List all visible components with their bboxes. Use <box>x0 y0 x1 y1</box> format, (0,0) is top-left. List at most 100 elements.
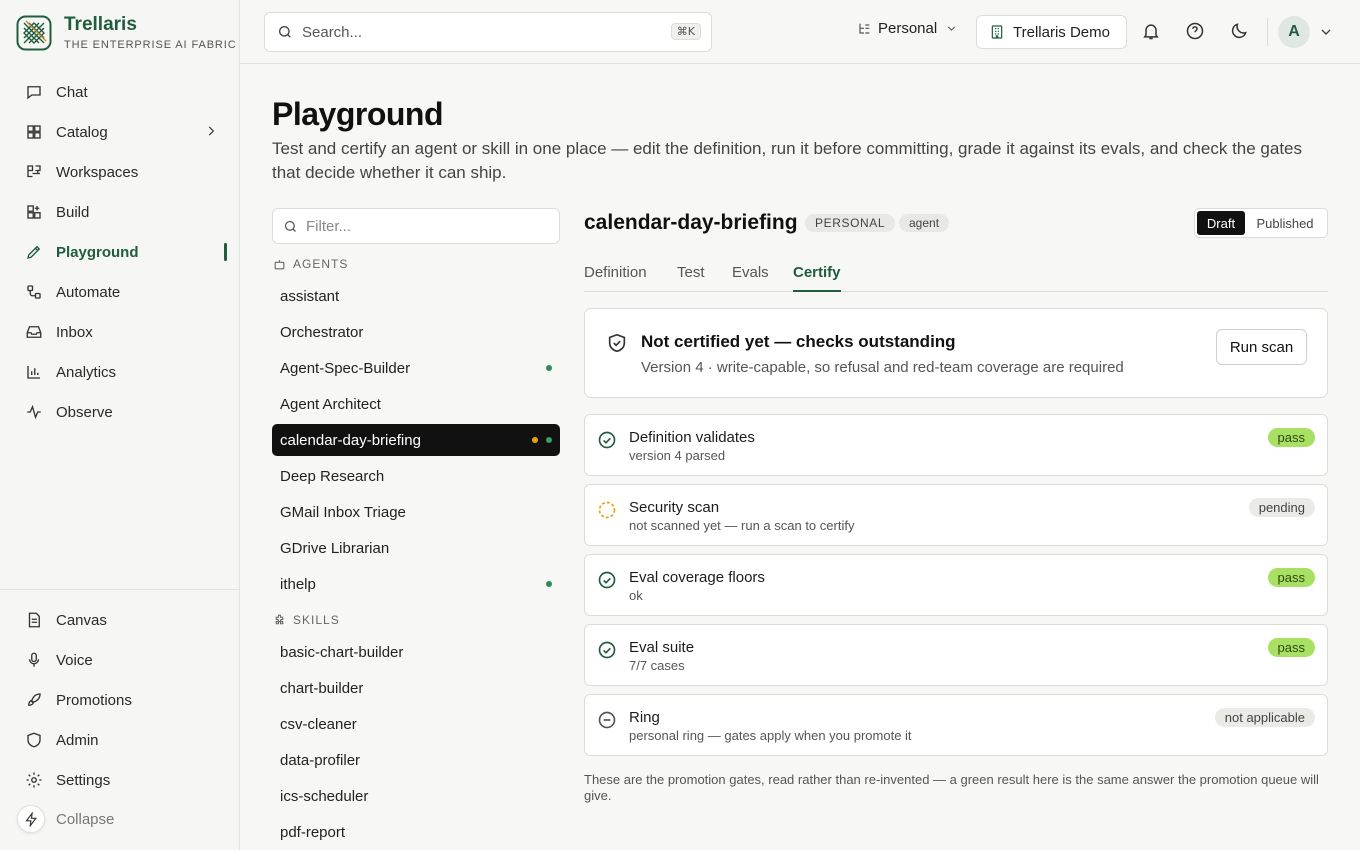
sidebar-item-analytics[interactable]: Analytics <box>12 352 228 392</box>
list-item[interactable]: Deep Research <box>272 460 560 492</box>
gate-row: Ring personal ring — gates apply when yo… <box>584 694 1328 756</box>
puzzle-icon <box>275 614 284 624</box>
header-divider <box>1267 18 1268 46</box>
sidebar-item-voice[interactable]: Voice <box>12 640 228 680</box>
sidebar-item-chat[interactable]: Chat <box>12 72 228 112</box>
list-item-label: data-profiler <box>280 751 361 769</box>
gates-footnote: These are the promotion gates, read rath… <box>584 772 1319 803</box>
scope-badge: PERSONAL <box>805 214 896 232</box>
shield-icon <box>24 730 44 750</box>
list-item[interactable]: Agent Architect <box>272 388 560 420</box>
tab-definition[interactable]: Definition <box>584 264 647 292</box>
list-item[interactable]: csv-cleaner <box>272 708 560 740</box>
global-search[interactable]: ⌘K <box>264 12 712 52</box>
sidebar-item-label: Chat <box>56 83 88 101</box>
filter-input[interactable] <box>306 217 536 235</box>
agents-section-label: AGENTS <box>272 254 560 274</box>
page-title: Playground <box>272 96 444 132</box>
skills-label: SKILLS <box>293 613 340 627</box>
tab-test[interactable]: Test <box>677 264 705 292</box>
list-item-label: GDrive Librarian <box>280 539 390 557</box>
list-item[interactable]: pdf-report <box>272 816 560 848</box>
moon-icon[interactable] <box>1228 20 1250 42</box>
sidebar-item-label: Analytics <box>56 363 117 381</box>
agent-title: calendar-day-briefing <box>584 211 798 234</box>
top-header: ⌘K Personal Trellaris Demo A <box>240 0 1360 64</box>
cert-status-subtitle: Version 4 · write-capable, so refusal an… <box>641 359 1124 376</box>
minus-circle-icon <box>598 711 616 729</box>
published-toggle[interactable]: Published <box>1245 211 1325 235</box>
workspace-select[interactable]: Personal <box>856 20 958 37</box>
pulse-icon <box>24 402 44 422</box>
collapse-button[interactable]: Collapse <box>56 811 114 828</box>
skills-section-label: SKILLS <box>272 610 560 630</box>
avatar[interactable]: A <box>1278 16 1310 48</box>
list-item[interactable]: Orchestrator <box>272 316 560 348</box>
check-circle-icon <box>598 571 616 589</box>
status-badge: pending <box>1248 498 1315 517</box>
analytics-icon <box>24 362 44 382</box>
bolt-icon[interactable] <box>17 805 45 833</box>
gear-icon <box>24 770 44 790</box>
gate-name: Ring <box>629 709 660 726</box>
filter-field[interactable] <box>272 208 560 244</box>
gate-row: Eval suite 7/7 cases pass <box>584 624 1328 686</box>
chevron-right-icon[interactable] <box>204 124 218 138</box>
inbox-icon <box>24 322 44 342</box>
help-icon[interactable] <box>1184 20 1206 42</box>
list-item-selected[interactable]: calendar-day-briefing <box>272 424 560 456</box>
sidebar-item-inbox[interactable]: Inbox <box>12 312 228 352</box>
sidebar-item-label: Catalog <box>56 123 108 141</box>
list-item-label: Agent-Spec-Builder <box>280 359 411 377</box>
sidebar-item-settings[interactable]: Settings <box>12 760 228 800</box>
sidebar-item-promotions[interactable]: Promotions <box>12 680 228 720</box>
sidebar-item-label: Playground <box>56 243 139 261</box>
tab-certify[interactable]: Certify <box>793 264 841 292</box>
draft-toggle[interactable]: Draft <box>1197 211 1245 235</box>
list-item[interactable]: ics-scheduler <box>272 780 560 812</box>
workspaces-icon <box>24 162 44 182</box>
pending-circle-icon <box>598 501 616 519</box>
list-item[interactable]: assistant <box>272 280 560 312</box>
sidebar-item-observe[interactable]: Observe <box>12 392 228 432</box>
list-item-label: csv-cleaner <box>280 715 357 733</box>
certification-summary: Not certified yet — checks outstanding V… <box>584 308 1328 398</box>
chevron-down-icon <box>948 26 956 31</box>
bell-icon[interactable] <box>1140 20 1162 42</box>
org-label: Trellaris Demo <box>1013 23 1110 41</box>
org-switcher[interactable]: Trellaris Demo <box>976 15 1127 49</box>
sidebar-item-label: Canvas <box>56 611 107 629</box>
brand[interactable]: Trellaris THE ENTERPRISE AI FABRIC <box>16 14 237 51</box>
pencil-icon <box>24 242 44 262</box>
list-item[interactable]: GMail Inbox Triage <box>272 496 560 528</box>
check-circle-icon <box>598 641 616 659</box>
sidebar-item-build[interactable]: Build <box>12 192 228 232</box>
status-dot <box>546 365 552 371</box>
list-item[interactable]: ithelp <box>272 568 560 600</box>
status-dot <box>546 437 552 443</box>
tab-evals[interactable]: Evals <box>732 264 769 292</box>
list-item[interactable]: chart-builder <box>272 672 560 704</box>
sidebar-item-catalog[interactable]: Catalog <box>12 112 228 152</box>
chevron-down-icon[interactable] <box>1318 24 1334 40</box>
sidebar-divider <box>0 589 240 590</box>
list-item[interactable]: Agent-Spec-Builder <box>272 352 560 384</box>
kind-badge: agent <box>899 214 950 232</box>
list-item-label: basic-chart-builder <box>280 643 404 661</box>
list-item[interactable]: basic-chart-builder <box>272 636 560 668</box>
sidebar-item-admin[interactable]: Admin <box>12 720 228 760</box>
search-input[interactable] <box>302 23 642 41</box>
sidebar-item-playground[interactable]: Playground <box>12 232 228 272</box>
brand-tagline: THE ENTERPRISE AI FABRIC <box>64 39 237 51</box>
list-item[interactable]: data-profiler <box>272 744 560 776</box>
sidebar-item-workspaces[interactable]: Workspaces <box>12 152 228 192</box>
building-icon <box>991 25 1003 39</box>
sidebar-item-automate[interactable]: Automate <box>12 272 228 312</box>
list-item[interactable]: GDrive Librarian <box>272 532 560 564</box>
sidebar-item-label: Promotions <box>56 691 132 709</box>
list-item-label: chart-builder <box>280 679 364 697</box>
run-scan-button[interactable]: Run scan <box>1216 329 1307 365</box>
sidebar-item-label: Build <box>56 203 90 221</box>
sidebar-item-canvas[interactable]: Canvas <box>12 600 228 640</box>
list-item-label: Orchestrator <box>280 323 364 341</box>
